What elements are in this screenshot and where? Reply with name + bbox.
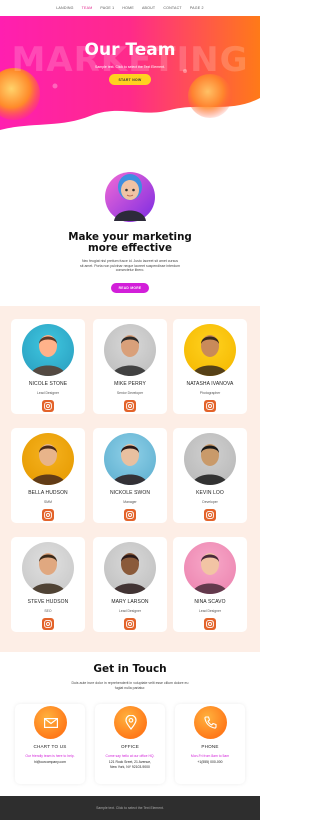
member-photo xyxy=(184,324,236,376)
member-name: NATASHA IVANOVA xyxy=(186,381,234,387)
contact-card-line1: Our friendly team is here to help. xyxy=(25,754,75,758)
member-photo xyxy=(22,433,74,485)
member-name: NICOLE STONE xyxy=(28,381,68,387)
hero-title: Our Team xyxy=(84,40,176,60)
member-role: Manager xyxy=(123,500,137,504)
phone-icon[interactable] xyxy=(194,706,227,739)
instagram-icon[interactable] xyxy=(124,509,136,521)
member-role: Lead Designer xyxy=(118,609,142,613)
hero-section: MARKETING Our Team Sample text. Click to… xyxy=(0,16,260,136)
nav-landing[interactable]: LANDING xyxy=(56,6,73,10)
start-now-button[interactable]: START NOW xyxy=(109,74,151,85)
intro-text: Nec feugiat nisl pretium fusce id. Justo… xyxy=(80,259,181,273)
contact-card-office: OFFICE Come say hello at our office HQ. … xyxy=(95,704,165,784)
member-photo xyxy=(184,542,236,594)
contact-card-chat: CHART TO US Our friendly team is here to… xyxy=(15,704,85,784)
footer: Sample text. Click to select the Text El… xyxy=(0,796,260,820)
contact-text: Duis aute irure dolor in reprehenderit i… xyxy=(71,681,189,690)
contact-email[interactable]: hi@ourcompany.com xyxy=(15,760,85,765)
member-role: Developer xyxy=(202,500,218,504)
contact-card-title: PHONE xyxy=(201,744,219,749)
footer-text: Sample text. Click to select the Text El… xyxy=(96,806,164,810)
nav-team[interactable]: TEAM xyxy=(82,6,93,10)
member-name: BELLA HUDSON xyxy=(28,490,68,496)
contact-title: Get in Touch xyxy=(93,663,167,675)
member-role: Lead Designer xyxy=(198,609,222,613)
intro-title: Make your marketing more effective xyxy=(0,231,260,255)
office-address-line2: New York, NY 92103-9000 xyxy=(110,764,150,769)
team-card: NINA SCAVO Lead Designer xyxy=(173,537,247,632)
contact-card-title: OFFICE xyxy=(120,744,140,749)
member-photo xyxy=(22,542,74,594)
page: { "nav": { "items": ["LANDING", "TEAM", … xyxy=(0,0,260,820)
instagram-icon[interactable] xyxy=(42,400,54,412)
hero-subtitle: Sample text. Click to select the Text El… xyxy=(95,65,165,69)
instagram-icon[interactable] xyxy=(124,400,136,412)
contact-card-line1: Mon-Fri from 8am to 5am xyxy=(190,754,230,758)
member-name: MIKE PERRY xyxy=(114,381,146,387)
member-role: SEO xyxy=(44,609,52,613)
member-name: NINA SCAVO xyxy=(194,599,226,605)
nav-page-2[interactable]: PAGE 2 xyxy=(190,6,204,10)
member-photo xyxy=(104,542,156,594)
contact-card-line1: Come say hello at our office HQ. xyxy=(105,754,155,758)
team-card: KEVIN LOO Developer xyxy=(173,428,247,523)
team-card: NICKOLE SWON Manager xyxy=(93,428,167,523)
read-more-button[interactable]: READ MORE xyxy=(111,283,149,293)
contact-card-title: CHART TO US xyxy=(33,744,67,749)
instagram-icon[interactable] xyxy=(42,509,54,521)
member-role: Lead Designer xyxy=(36,391,60,395)
member-name: MARY LARSON xyxy=(111,599,149,605)
contact-phone[interactable]: +1(555) 000-000 xyxy=(175,760,245,765)
member-photo xyxy=(104,324,156,376)
location-icon[interactable] xyxy=(114,706,147,739)
instagram-icon[interactable] xyxy=(204,509,216,521)
nav-home[interactable]: HOME xyxy=(122,6,134,10)
intro-title-line-2: more effective xyxy=(87,242,172,255)
instagram-icon[interactable] xyxy=(204,400,216,412)
member-role: SMM xyxy=(44,500,52,504)
member-name: STEVE HUDSON xyxy=(27,599,69,605)
team-card: BELLA HUDSON SMM xyxy=(11,428,85,523)
nav-contact[interactable]: CONTACT xyxy=(163,6,182,10)
instagram-icon[interactable] xyxy=(124,618,136,630)
mail-icon[interactable] xyxy=(34,706,67,739)
member-photo xyxy=(22,324,74,376)
instagram-icon[interactable] xyxy=(42,618,54,630)
team-card: NATASHA IVANOVA Photographer xyxy=(173,319,247,414)
member-role: Photographer xyxy=(199,391,221,395)
avatar-3d-illustration xyxy=(105,172,155,222)
instagram-icon[interactable] xyxy=(204,618,216,630)
member-name: NICKOLE SWON xyxy=(109,490,151,496)
team-card: NICOLE STONE Lead Designer xyxy=(11,319,85,414)
member-photo xyxy=(104,433,156,485)
office-address: 121 Rock Sreet, 21 Avenue, New York, NY … xyxy=(95,760,165,769)
nav-about[interactable]: ABOUT xyxy=(142,6,155,10)
contact-card-phone: PHONE Mon-Fri from 8am to 5am +1(555) 00… xyxy=(175,704,245,784)
team-card: MARY LARSON Lead Designer xyxy=(93,537,167,632)
top-nav: LANDING TEAM PAGE 1 HOME ABOUT CONTACT P… xyxy=(0,0,260,16)
member-name: KEVIN LOO xyxy=(196,490,224,496)
team-card: STEVE HUDSON SEO xyxy=(11,537,85,632)
team-card: MIKE PERRY Senior Developer xyxy=(93,319,167,414)
member-role: Senior Developer xyxy=(116,391,144,395)
nav-page-1[interactable]: PAGE 1 xyxy=(100,6,114,10)
member-photo xyxy=(184,433,236,485)
